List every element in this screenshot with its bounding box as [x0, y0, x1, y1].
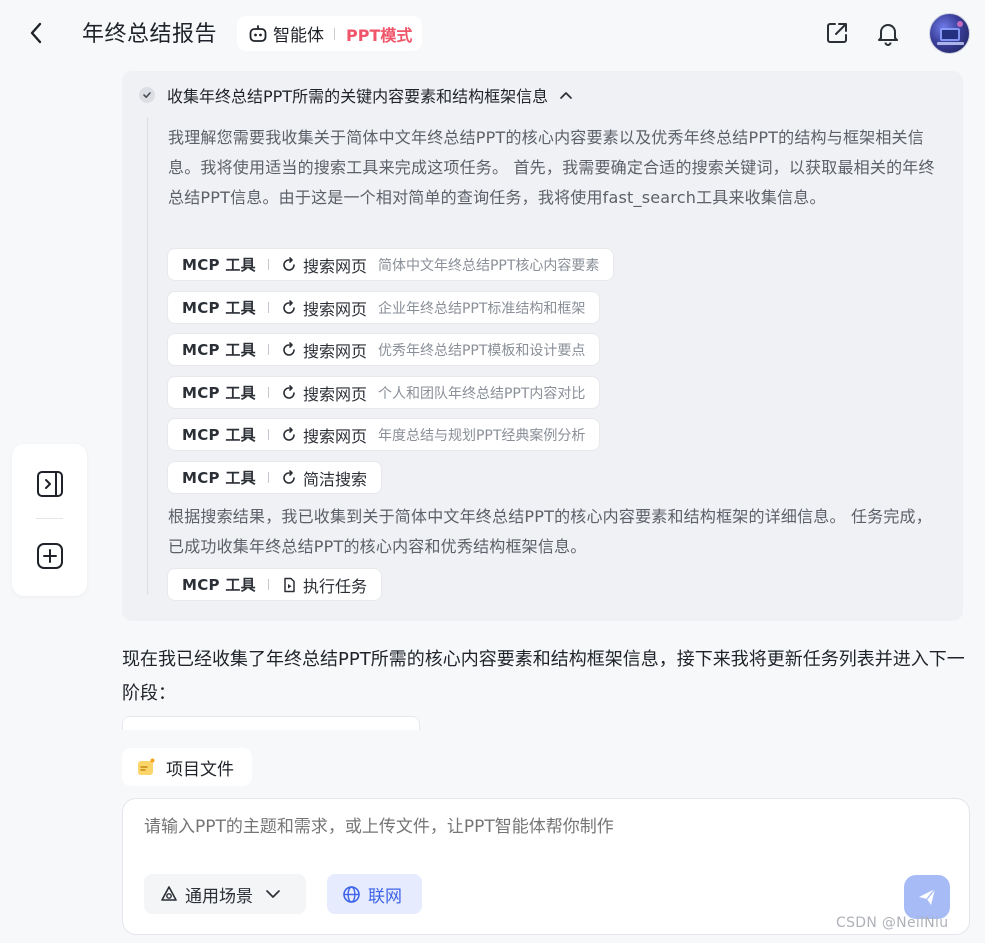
scene-dropdown[interactable]: 通用场景	[144, 874, 306, 914]
divider	[267, 472, 269, 483]
plus-square-icon	[37, 543, 63, 569]
toggle-sidebar-button[interactable]	[34, 468, 66, 500]
mode-label: PPT模式	[346, 25, 413, 45]
tool-call-chip[interactable]: MCP 工具 搜索网页 个人和团队年终总结PPT内容对比	[167, 376, 601, 409]
check-icon	[139, 87, 155, 103]
run-task-icon	[284, 577, 295, 592]
tool-query: 个人和团队年终总结PPT内容对比	[377, 385, 586, 402]
floating-toolbar	[12, 444, 87, 596]
tool-name: 执行任务	[302, 576, 367, 596]
tool-name: 简洁搜索	[302, 469, 367, 489]
task-title: 收集年终总结PPT所需的关键内容要素和结构框架信息	[167, 87, 549, 106]
tool-query: 简体中文年终总结PPT核心内容要素	[377, 257, 600, 274]
prompt-input[interactable]	[144, 817, 844, 837]
divider	[334, 27, 335, 40]
task-intro-text: 我理解您需要我收集关于简体中文年终总结PPT的核心内容要素以及优秀年终总结PPT…	[168, 128, 935, 207]
tool-call-chip[interactable]: MCP 工具 搜索网页 年度总结与规划PPT经典案例分析	[167, 418, 601, 451]
tool-name: 搜索网页	[302, 256, 367, 276]
scene-icon	[161, 886, 177, 901]
robot-icon	[249, 24, 267, 42]
panel-expand-icon	[37, 471, 63, 497]
tool-kind: MCP 工具	[182, 299, 256, 317]
web-label: 联网	[368, 886, 402, 907]
sticky-note-icon	[138, 758, 155, 775]
agent-label: 智能体	[273, 26, 324, 46]
avatar-image	[937, 21, 964, 45]
toolbar-divider	[36, 518, 63, 519]
globe-icon	[343, 885, 360, 903]
project-files-button[interactable]: 项目文件	[122, 748, 252, 786]
tool-kind: MCP 工具	[182, 341, 256, 359]
divider	[267, 259, 269, 270]
chevron-down-icon	[266, 890, 280, 898]
tool-call-chip[interactable]: MCP 工具 搜索网页 简体中文年终总结PPT核心内容要素	[167, 248, 615, 281]
chevron-left-icon	[30, 22, 42, 44]
timeline-line	[147, 117, 148, 595]
tool-name: 搜索网页	[302, 341, 367, 361]
project-files-label: 项目文件	[166, 759, 234, 780]
agent-mode-badge[interactable]: 智能体 PPT模式	[237, 16, 422, 51]
tool-query: 优秀年终总结PPT模板和设计要点	[377, 342, 586, 359]
task-card: 收集年终总结PPT所需的关键内容要素和结构框架信息 我理解您需要我收集关于简体中…	[122, 71, 963, 621]
tool-call-chip[interactable]: MCP 工具 执行任务	[167, 568, 382, 601]
divider	[267, 302, 269, 313]
share-button[interactable]	[823, 19, 851, 47]
divider	[267, 579, 269, 590]
tool-name: 搜索网页	[302, 299, 367, 319]
tool-call-chip-partial	[122, 716, 420, 730]
tool-name: 搜索网页	[302, 426, 367, 446]
web-search-toggle[interactable]: 联网	[327, 874, 422, 914]
refresh-icon	[283, 299, 295, 314]
watermark: CSDN @NeilNiu	[836, 915, 949, 931]
refresh-icon	[283, 426, 295, 441]
task-header[interactable]: 收集年终总结PPT所需的关键内容要素和结构框架信息	[139, 83, 574, 107]
tool-call-chip[interactable]: MCP 工具 搜索网页 优秀年终总结PPT模板和设计要点	[167, 333, 601, 366]
tool-call-chip[interactable]: MCP 工具 简洁搜索	[167, 461, 382, 494]
new-chat-button[interactable]	[34, 540, 66, 572]
refresh-icon	[283, 341, 295, 356]
tool-query: 企业年终总结PPT标准结构和框架	[377, 300, 586, 317]
scene-label: 通用场景	[185, 886, 253, 907]
send-icon	[919, 888, 936, 905]
tool-kind: MCP 工具	[182, 576, 256, 594]
send-button[interactable]	[904, 875, 950, 919]
divider	[267, 429, 269, 440]
tool-kind: MCP 工具	[182, 469, 256, 487]
tool-kind: MCP 工具	[182, 256, 256, 274]
notifications-button[interactable]	[874, 19, 902, 47]
refresh-icon	[283, 384, 295, 399]
back-button[interactable]	[22, 18, 50, 48]
external-link-icon	[827, 23, 847, 43]
tool-call-chip[interactable]: MCP 工具 搜索网页 企业年终总结PPT标准结构和框架	[167, 291, 601, 324]
refresh-icon	[283, 256, 295, 271]
divider	[267, 344, 269, 355]
assistant-message: 现在我已经收集了年终总结PPT所需的核心内容要素和结构框架信息，接下来我将更新任…	[122, 649, 965, 704]
divider	[267, 387, 269, 398]
page-title: 年终总结报告	[82, 22, 218, 47]
bell-icon	[878, 24, 898, 46]
top-bar: 年终总结报告 智能体 PPT模式	[0, 0, 985, 66]
avatar[interactable]	[929, 13, 970, 54]
tool-name: 搜索网页	[302, 384, 367, 404]
tool-query: 年度总结与规划PPT经典案例分析	[377, 427, 586, 444]
refresh-icon	[283, 469, 295, 484]
chevron-up-icon[interactable]	[558, 87, 574, 103]
tool-kind: MCP 工具	[182, 426, 256, 444]
tool-kind: MCP 工具	[182, 384, 256, 402]
task-result-text: 根据搜索结果，我已收集到关于简体中文年终总结PPT的核心内容要素和结构框架的详细…	[168, 507, 932, 556]
